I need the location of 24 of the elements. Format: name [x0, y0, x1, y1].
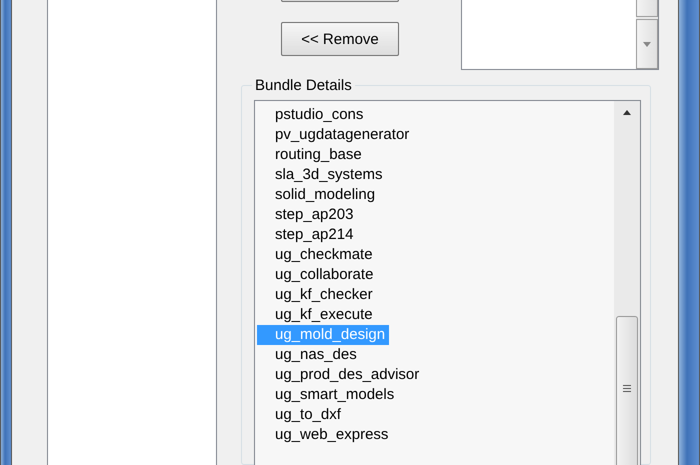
list-box[interactable]: [461, 0, 659, 70]
list-item[interactable]: ug_to_dxf: [257, 405, 345, 425]
list-item[interactable]: ug_prod_des_advisor: [257, 365, 424, 385]
list-item[interactable]: ug_checkmate: [257, 245, 377, 265]
scrollbar-thumb[interactable]: [616, 316, 638, 465]
list-item[interactable]: solid_modeling: [257, 185, 380, 205]
list-item[interactable]: ug_smart_models: [257, 385, 398, 405]
list-item[interactable]: step_ap203: [257, 205, 358, 225]
list-item[interactable]: step_ap214: [257, 225, 358, 245]
list-item[interactable]: ug_nas_des: [257, 345, 361, 365]
list-item[interactable]: routing_base: [257, 145, 366, 165]
list-item[interactable]: ug_collaborate: [257, 265, 378, 285]
grip-icon: [623, 385, 631, 392]
remove-button[interactable]: << Remove: [281, 22, 399, 56]
scroll-up-icon: [623, 110, 631, 115]
list-item[interactable]: pstudio_cons: [257, 105, 368, 125]
list-item[interactable]: ug_web_express: [257, 425, 392, 445]
list-item[interactable]: ug_kf_checker: [257, 285, 377, 305]
list-item[interactable]: ug_kf_execute: [257, 305, 377, 325]
list-item[interactable]: sla_3d_systems: [257, 165, 387, 185]
list-item[interactable]: pv_ugdatagenerator: [257, 125, 414, 145]
scroll-down-button[interactable]: [636, 19, 658, 69]
scroll-up-button[interactable]: [636, 0, 658, 17]
down-arrow-icon: [643, 42, 651, 46]
